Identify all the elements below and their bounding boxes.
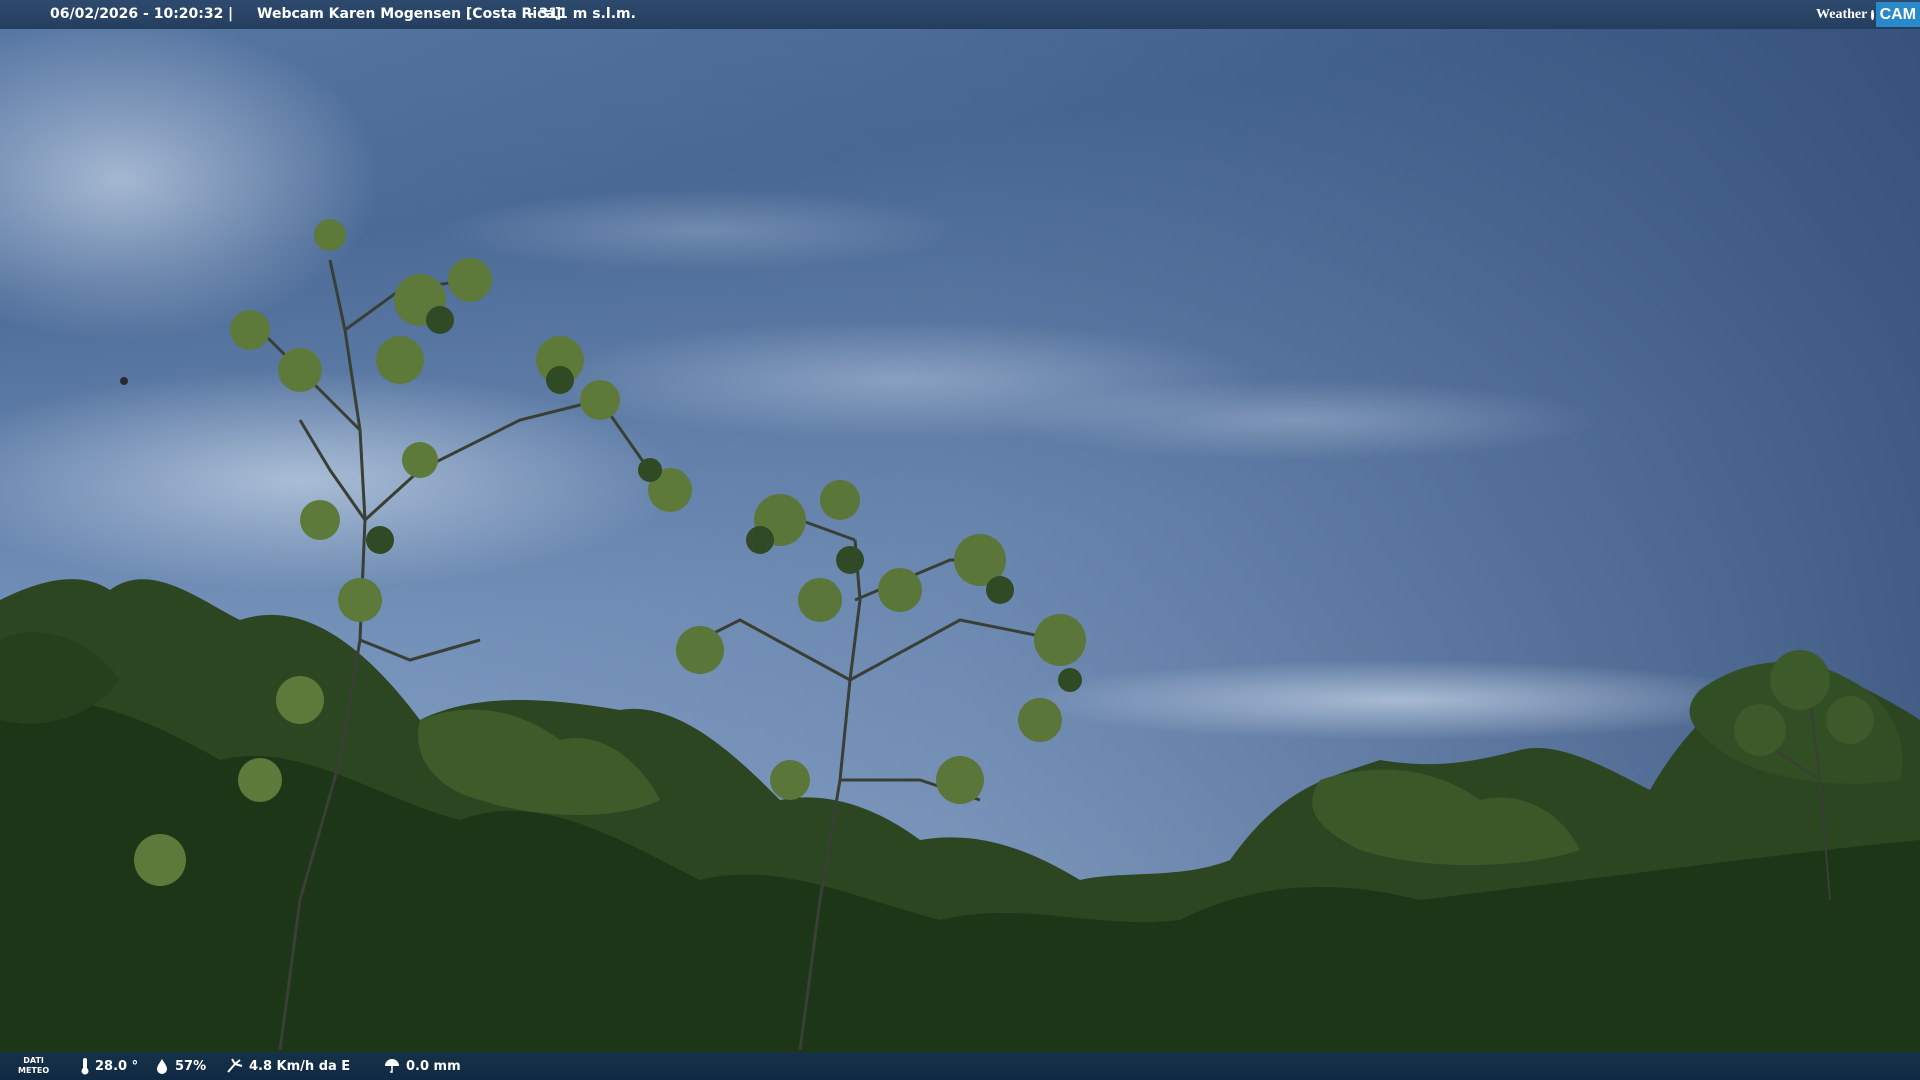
weather-data-label: DATI METEO (18, 1052, 49, 1080)
humidity-value: 57% (175, 1058, 207, 1074)
wind-icon (226, 1058, 244, 1074)
webcam-title: Webcam Karen Mogensen [Costa Rica] (257, 6, 562, 22)
thermometer-icon (80, 1057, 90, 1075)
temperature-readout: 28.0 ° (80, 1052, 138, 1080)
top-info-bar: 06/02/2026 - 10:20:32 | Webcam Karen Mog… (0, 0, 1920, 29)
webcam-image (0, 0, 1920, 1080)
timestamp: 06/02/2026 - 10:20:32 (50, 6, 224, 22)
label-line1: DATI (23, 1056, 44, 1065)
weathercam-logo: Weather CAM (1816, 0, 1920, 29)
logo-cam-text: CAM (1875, 2, 1920, 27)
label-line2: METEO (18, 1066, 50, 1075)
logo-weather-text: Weather (1816, 6, 1868, 22)
rain-value: 0.0 mm (406, 1058, 461, 1074)
wind-readout: 4.8 Km/h da E (226, 1052, 350, 1080)
separator: | (228, 6, 234, 22)
humidity-readout: 57% (154, 1052, 206, 1080)
temperature-value: 28.0 ° (95, 1058, 139, 1074)
rain-readout: 0.0 mm (383, 1052, 461, 1080)
rain-umbrella-icon (383, 1058, 401, 1074)
wind-value: 4.8 Km/h da E (249, 1058, 351, 1074)
weather-data-bar: DATI METEO 28.0 ° 57% 4.8 Km/h da E 0.0 … (0, 1052, 1920, 1080)
altitude: - 311 m s.l.m. (528, 6, 636, 22)
humidity-drop-icon (154, 1058, 170, 1074)
logo-dot-icon (1871, 9, 1874, 20)
